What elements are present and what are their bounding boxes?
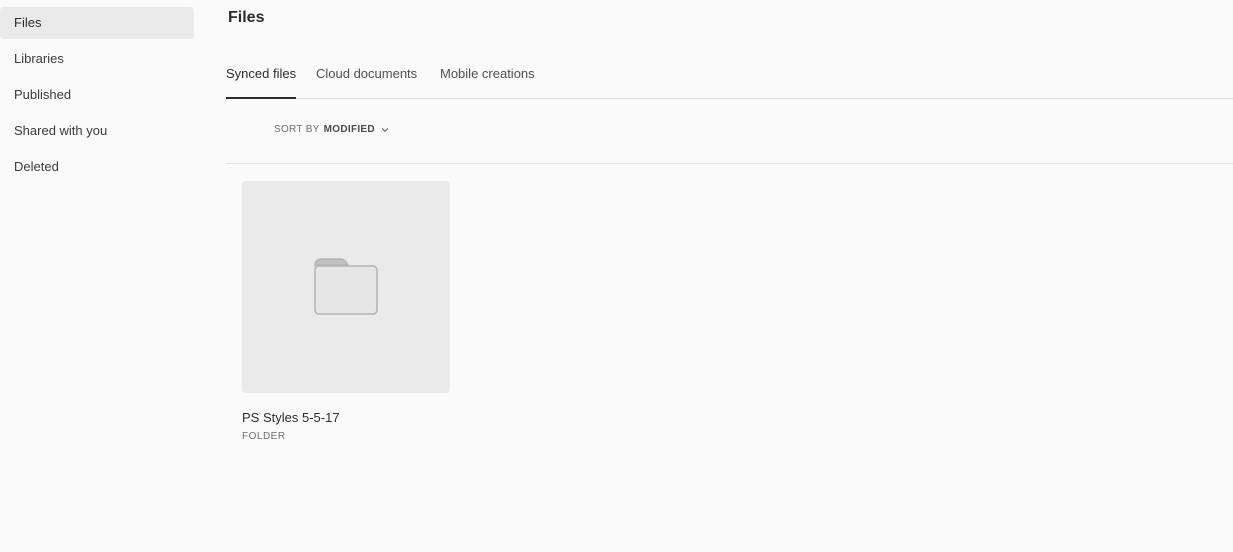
sidebar-item-libraries[interactable]: Libraries [0, 43, 194, 75]
tab-mobile-creations[interactable]: Mobile creations [440, 60, 535, 98]
page-title: Files [228, 9, 265, 26]
sort-bar: SORT BY MODIFIED [226, 98, 1233, 164]
sort-value: MODIFIED [323, 124, 375, 135]
sidebar-item-label: Libraries [14, 51, 64, 66]
tab-label: Synced files [226, 66, 297, 81]
tab-synced-files[interactable]: Synced files [226, 60, 297, 99]
sidebar-item-shared-with-you[interactable]: Shared with you [0, 115, 194, 147]
tab-cloud-documents[interactable]: Cloud documents [316, 60, 417, 98]
folder-card[interactable]: PS Styles 5-5-17 FOLDER [242, 181, 450, 442]
tab-bar: Synced files Cloud documents Mobile crea… [226, 60, 1233, 99]
item-type-label: FOLDER [242, 431, 286, 442]
app-window: Files Libraries Published Shared with yo… [0, 0, 1233, 552]
sidebar-item-published[interactable]: Published [0, 79, 194, 111]
folder-icon [314, 258, 378, 315]
sidebar-item-files[interactable]: Files [0, 7, 194, 39]
sort-prefix: SORT BY [274, 124, 320, 135]
tab-label: Cloud documents [316, 66, 418, 81]
folder-name[interactable]: PS Styles 5-5-17 [242, 410, 450, 425]
tab-label: Mobile creations [440, 66, 535, 81]
sidebar-item-label: Published [14, 87, 72, 102]
sidebar-item-label: Deleted [14, 159, 59, 174]
sidebar-item-deleted[interactable]: Deleted [0, 151, 194, 183]
sidebar-item-label: Files [14, 15, 42, 30]
chevron-down-icon [381, 127, 389, 132]
main-content: Files Synced files Cloud documents Mobil… [226, 0, 1233, 552]
sidebar-item-label: Shared with you [14, 123, 108, 138]
sort-dropdown[interactable]: SORT BY MODIFIED [274, 124, 389, 135]
sidebar: Files Libraries Published Shared with yo… [0, 0, 200, 552]
folder-thumbnail[interactable] [242, 181, 450, 393]
